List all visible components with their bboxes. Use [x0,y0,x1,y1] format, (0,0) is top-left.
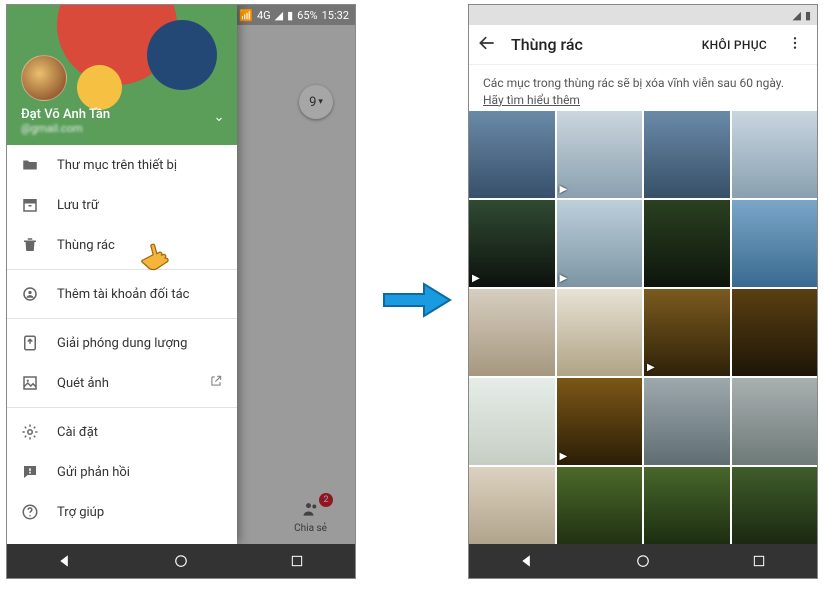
trash-thumbnail[interactable] [644,289,730,376]
trash-thumbnail[interactable] [732,467,818,544]
archive-icon [21,196,39,214]
page-title: Thùng rác [511,35,688,54]
drawer-item-partner[interactable]: Thêm tài khoản đối tác [7,274,237,314]
drawer-item-label: Thư mục trên thiết bị [57,158,177,173]
trash-thumbnail[interactable] [644,467,730,544]
nav-back-button[interactable] [512,551,542,571]
divider [7,318,237,319]
trash-thumbnail[interactable] [557,378,643,465]
status-bar-right: ◢ ▮ [469,5,817,25]
decor-circle [147,20,217,90]
drawer-item-device-folders[interactable]: Thư mục trên thiết bị [7,145,237,185]
feedback-icon [21,463,39,481]
trash-thumbnail[interactable] [557,200,643,287]
nav-back-button[interactable] [50,551,80,571]
learn-more-link[interactable]: Hãy tìm hiểu thêm [483,93,580,107]
signal-icon: ◢ [792,9,800,22]
external-icon [209,374,223,392]
drawer-header[interactable]: Đạt Võ Anh Tần @gmail.com [7,5,237,145]
trash-thumbnail[interactable] [557,111,643,198]
android-nav-bar [469,544,817,578]
user-email: @gmail.com [21,122,223,135]
trash-thumbnail[interactable] [732,289,818,376]
trash-grid[interactable] [469,109,817,544]
overflow-icon[interactable] [781,35,809,55]
phone-right: ◢ ▮ Thùng rác KHÔI PHỤC Các mục trong th… [468,4,818,579]
transition-arrow-icon [382,280,452,320]
trash-thumbnail[interactable] [469,378,555,465]
navigation-drawer: Đạt Võ Anh Tần @gmail.com Thư mục trên t… [7,5,237,544]
drawer-item-trash[interactable]: Thùng rác [7,225,237,265]
divider [7,407,237,408]
trash-thumbnail[interactable] [732,111,818,198]
phone-left: 9 ▾ 2 Chia sẻ ℕ ⏰ 📶 4G ◢ ▮ 65% 15:32 [6,4,356,579]
avatar[interactable] [21,55,67,101]
help-icon [21,503,39,521]
clock-label: 15:32 [322,9,349,22]
drawer-item-label: Thùng rác [57,238,115,253]
trash-thumbnail[interactable] [469,111,555,198]
drawer-item-free-up[interactable]: Giải phóng dung lượng [7,323,237,363]
drawer-item-settings[interactable]: Cài đặt [7,412,237,452]
trash-header: Thùng rác KHÔI PHỤC [469,25,817,65]
drawer-item-label: Quét ảnh [57,376,109,391]
drawer-item-help[interactable]: Trợ giúp [7,492,237,532]
trash-thumbnail[interactable] [644,111,730,198]
trash-thumbnail[interactable] [644,378,730,465]
drawer-item-label: Trợ giúp [57,505,104,520]
trash-thumbnail[interactable] [469,289,555,376]
network-label: 4G [257,9,271,22]
free-up-icon [21,334,39,352]
trash-thumbnail[interactable] [469,200,555,287]
account-caret-icon[interactable] [213,110,225,129]
android-nav-bar [7,544,355,578]
drawer-item-label: Cài đặt [57,425,98,440]
trash-thumbnail[interactable] [557,467,643,544]
drawer-item-label: Gửi phản hồi [57,465,130,480]
signal-icon: ◢ [275,9,283,22]
nav-home-button[interactable] [166,551,196,571]
gear-icon [21,423,39,441]
restore-button[interactable]: KHÔI PHỤC [702,38,767,52]
drawer-item-label: Giải phóng dung lượng [57,336,187,351]
drawer-item-label: Thêm tài khoản đối tác [57,287,189,302]
decor-circle [77,65,122,110]
trash-thumbnail[interactable] [644,200,730,287]
nav-recent-button[interactable] [744,551,774,571]
wifi-icon: 📶 [239,9,253,22]
trash-thumbnail[interactable] [469,467,555,544]
scan-icon [21,374,39,392]
user-name: Đạt Võ Anh Tần [21,107,223,122]
drawer-item-scan[interactable]: Quét ảnh [7,363,237,403]
battery-icon: ▮ [805,9,811,22]
trash-thumbnail[interactable] [732,378,818,465]
drawer-item-feedback[interactable]: Gửi phản hồi [7,452,237,492]
battery-icon: ▮ [287,9,293,22]
divider [7,269,237,270]
drawer-item-archive[interactable]: Lưu trữ [7,185,237,225]
folder-icon [21,156,39,174]
partner-icon [21,285,39,303]
nav-recent-button[interactable] [282,551,312,571]
drawer-list: Thư mục trên thiết bị Lưu trữ Thùng rác … [7,145,237,544]
trash-thumbnail[interactable] [557,289,643,376]
trash-thumbnail[interactable] [732,200,818,287]
back-icon[interactable] [477,33,497,57]
trash-info-text: Các mục trong thùng rác sẽ bị xóa vĩnh v… [483,76,784,90]
drawer-item-label: Lưu trữ [57,198,99,213]
nav-home-button[interactable] [628,551,658,571]
battery-label: 65% [297,9,317,22]
trash-icon [21,236,39,254]
